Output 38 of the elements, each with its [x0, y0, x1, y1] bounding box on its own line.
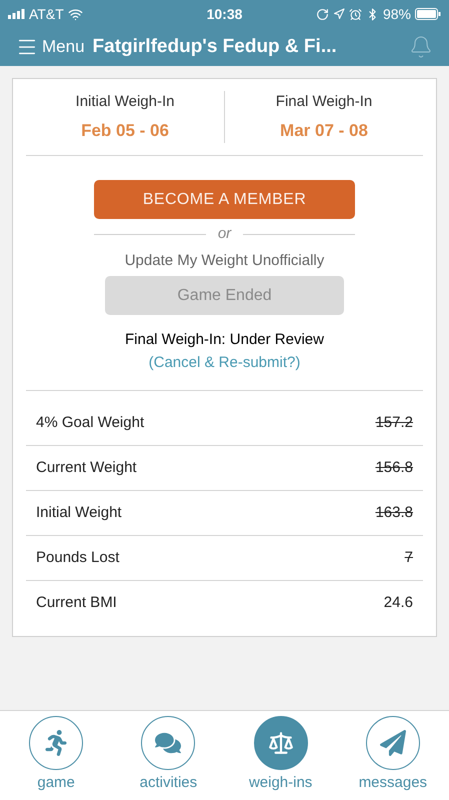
update-weight-label: Update My Weight Unofficially	[124, 250, 324, 270]
wifi-icon	[68, 6, 83, 22]
rotation-lock-icon	[316, 8, 329, 20]
alarm-icon	[348, 8, 362, 20]
clock-time: 10:38	[206, 4, 242, 24]
weigh-in-dates: Feb 05 - 06	[81, 120, 169, 142]
stat-label: Pounds Lost	[36, 548, 120, 568]
tab-button[interactable]: game	[0, 716, 112, 795]
notifications-icon[interactable]	[409, 35, 433, 59]
stat-label: 4% Goal Weight	[36, 412, 144, 433]
menu-button[interactable]: Menu	[16, 34, 85, 60]
page-title: Fatgirlfedup's Fedup & Fi...	[92, 34, 338, 59]
weigh-in-dates: Mar 07 - 08	[280, 120, 368, 142]
runner-icon	[43, 730, 70, 756]
tab-button[interactable]: activities	[112, 716, 224, 795]
location-icon	[332, 8, 345, 20]
stat-value: 163.8	[375, 502, 413, 523]
stat-value: 24.6	[384, 593, 413, 614]
stat-label: Current BMI	[36, 593, 117, 614]
cancel-resubmit-link[interactable]: (Cancel & Re-submit?)	[148, 352, 300, 374]
carrier-name: AT&T	[29, 4, 64, 24]
weigh-in-label: Final Weigh-In	[276, 92, 372, 112]
signal-icon	[8, 9, 25, 19]
stat-label: Current Weight	[36, 458, 137, 478]
paper-plane-icon	[380, 730, 406, 756]
tab-button[interactable]: weigh-ins	[224, 716, 337, 795]
review-status: Final Weigh-In: Under Review	[125, 330, 324, 350]
tab-button[interactable]: messages	[336, 716, 449, 795]
stat-label: Initial Weight	[36, 502, 122, 523]
battery-icon	[415, 8, 441, 20]
stat-value: 157.2	[375, 412, 413, 433]
or-separator: or	[218, 224, 232, 244]
stat-value: 7	[404, 548, 413, 568]
become-member-button[interactable]: BECOME A MEMBER	[94, 180, 355, 219]
stat-value: 156.8	[375, 458, 413, 478]
scale-icon	[268, 730, 294, 756]
battery-percent: 98%	[382, 4, 411, 24]
weigh-in-label: Initial Weigh-In	[76, 92, 174, 112]
